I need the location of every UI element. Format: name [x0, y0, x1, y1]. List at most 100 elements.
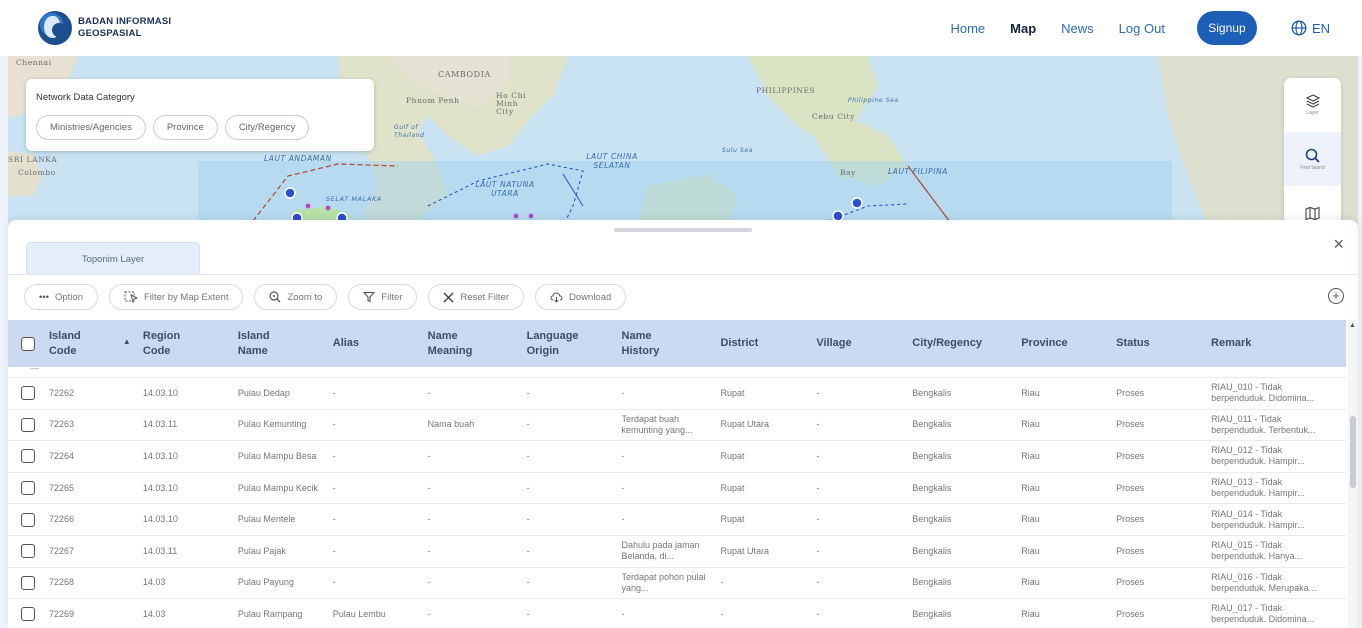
- table-row[interactable]: 72269 14.03 Pulau Rampang Pulau Lembu - - - - - B…: [8, 599, 1346, 628]
- cell-region-code: 14.03.10: [142, 482, 178, 493]
- logo-icon[interactable]: [38, 11, 72, 45]
- row-checkbox[interactable]: [20, 417, 35, 432]
- cell-name-history: Terdapat buah kemunting yang...: [621, 413, 693, 435]
- row-checkbox[interactable]: [20, 607, 35, 622]
- header-language-origin[interactable]: Language Origin: [527, 329, 622, 359]
- row-checkbox[interactable]: [20, 449, 35, 464]
- cell-status: Proses: [1116, 450, 1145, 461]
- scroll-up-icon[interactable]: ▲: [1349, 322, 1356, 329]
- layer-tool-button[interactable]: Layer: [1284, 78, 1341, 132]
- cell-province: Riau: [1021, 514, 1040, 525]
- nav-map[interactable]: Map: [1010, 21, 1036, 36]
- chip-ministries-agencies[interactable]: Ministries/Agencies: [36, 115, 146, 140]
- brand-line-2: GEOSPASIAL: [78, 28, 142, 39]
- cell-name-meaning: -: [427, 387, 431, 398]
- brand-name[interactable]: BADAN INFORMASI GEOSPASIAL: [78, 16, 171, 40]
- header-name-meaning[interactable]: Name Meaning: [428, 329, 527, 359]
- cell-status: Proses: [1116, 419, 1145, 430]
- cell-village: -: [816, 482, 820, 493]
- table-row-partial: —: [8, 367, 1346, 378]
- row-checkbox[interactable]: [20, 575, 35, 590]
- add-column-icon[interactable]: +: [1328, 288, 1344, 304]
- cell-village: -: [816, 577, 820, 588]
- table-row[interactable]: 72267 14.03.11 Pulau Pajak - - - Dahulu pada j…: [8, 536, 1346, 568]
- table-row[interactable]: 72265 14.03.10 Pulau Mampu Kecik - - - - Rupat -…: [8, 473, 1346, 505]
- cell-island-code: 72269: [48, 608, 74, 619]
- header-remark[interactable]: Remark: [1211, 336, 1346, 351]
- header-status[interactable]: Status: [1116, 336, 1211, 351]
- zoom-to-button[interactable]: Zoom to: [254, 284, 338, 310]
- table-header: Island Code ▲ Region Code Island Name Ali…: [8, 320, 1346, 367]
- map-label-ho-chi-minh: Ho Chi Minh City: [496, 91, 527, 116]
- row-checkbox[interactable]: [20, 544, 35, 559]
- row-checkbox[interactable]: [20, 512, 35, 527]
- cell-province: Riau: [1021, 387, 1040, 398]
- filter-button[interactable]: Filter: [348, 284, 418, 310]
- reset-filter-button[interactable]: Reset Filter: [428, 284, 525, 310]
- table-row[interactable]: 72268 14.03 Pulau Payung - - - Terdapat pohon …: [8, 568, 1346, 600]
- cell-village: -: [816, 387, 820, 398]
- row-checkbox[interactable]: [20, 386, 35, 401]
- table-row[interactable]: 72264 14.03.10 Pulau Mampu Besa - - - - Rupat - B…: [8, 441, 1346, 473]
- nav-home[interactable]: Home: [950, 21, 985, 36]
- map-label-laut-filipina: LAUT FILIPINA: [888, 167, 948, 176]
- scrollbar-thumb[interactable]: [1350, 416, 1356, 488]
- cell-city: Bengkalis: [912, 450, 952, 461]
- option-button[interactable]: ••• Option: [24, 284, 98, 310]
- cell-region-code: 14.03.10: [142, 514, 178, 525]
- x-icon: [443, 292, 454, 303]
- nav-news[interactable]: News: [1061, 21, 1094, 36]
- cloud-download-icon: [550, 291, 563, 303]
- header-name-history[interactable]: Name History: [622, 329, 721, 359]
- header-region-code[interactable]: ▲ Region Code: [123, 329, 238, 359]
- cell-language-origin: -: [526, 387, 530, 398]
- table-row[interactable]: 72262 14.03.10 Pulau Dedap - - - - Rupat - Bengka…: [8, 378, 1346, 410]
- category-title: Network Data Category: [36, 92, 135, 103]
- tab-divider: [8, 274, 1358, 275]
- header-alias[interactable]: Alias: [333, 336, 428, 351]
- cell-island-name: Pulau Payung: [237, 577, 294, 588]
- find-island-button[interactable]: Find Island: [1284, 132, 1341, 186]
- cell-name-history: -: [621, 482, 625, 493]
- cell-island-name: Pulau Kemunting: [237, 419, 307, 430]
- header-island-name[interactable]: Island Name: [238, 329, 333, 359]
- table-scrollbar[interactable]: ▲: [1348, 320, 1358, 628]
- chip-province[interactable]: Province: [152, 115, 218, 140]
- cell-name-meaning: -: [427, 514, 431, 525]
- cell-district: Rupat: [720, 387, 745, 398]
- cell-city: Bengkalis: [912, 387, 952, 398]
- table-row[interactable]: 72266 14.03.10 Pulau Mentele - - - - Rupat - Beng…: [8, 504, 1346, 536]
- cell-name-meaning: Nama buah: [427, 419, 475, 430]
- cell-region-code: 14.03: [142, 577, 166, 588]
- panel-resize-handle[interactable]: [614, 228, 752, 232]
- header-village[interactable]: Village: [816, 336, 912, 351]
- cell-alias: -: [332, 482, 336, 493]
- cell-province: Riau: [1021, 482, 1040, 493]
- header-province[interactable]: Province: [1021, 336, 1116, 351]
- cell-language-origin: -: [526, 450, 530, 461]
- table-row[interactable]: 72263 14.03.11 Pulau Kemunting - Nama buah - T…: [8, 410, 1346, 442]
- cell-remark: RIAU_016 - Tidak berpenduduk. Merupaka..…: [1211, 571, 1317, 593]
- cell-status: Proses: [1116, 514, 1145, 525]
- download-button[interactable]: Download: [535, 284, 627, 310]
- map-label-philippine-sea: Philippine Sea: [848, 97, 899, 104]
- chip-city-regency[interactable]: City/Regency: [224, 115, 310, 140]
- filter-by-map-extent-button[interactable]: Filter by Map Extent: [108, 284, 244, 310]
- header-district[interactable]: District: [720, 336, 816, 351]
- map-label-selat-malaka: SELAT MALAKA: [326, 195, 382, 203]
- cell-region-code: 14.03.11: [142, 545, 178, 556]
- cell-region-code: 14.03: [142, 608, 166, 619]
- select-all-checkbox[interactable]: [20, 336, 35, 351]
- cell-language-origin: -: [526, 545, 530, 556]
- nav-logout[interactable]: Log Out: [1119, 21, 1165, 36]
- header-city-regency[interactable]: City/Regency: [912, 336, 1021, 351]
- language-selector[interactable]: EN: [1291, 20, 1330, 36]
- signup-button[interactable]: Signup: [1196, 11, 1257, 45]
- option-label: Option: [54, 291, 83, 303]
- cell-island-name: Pulau Rampang: [237, 608, 303, 619]
- tab-toponim-layer[interactable]: Toponim Layer: [26, 242, 200, 275]
- row-checkbox[interactable]: [20, 481, 35, 496]
- close-panel-icon[interactable]: ×: [1333, 235, 1344, 253]
- funnel-icon: [363, 291, 376, 303]
- cell-region-code: 14.03.11: [142, 419, 178, 430]
